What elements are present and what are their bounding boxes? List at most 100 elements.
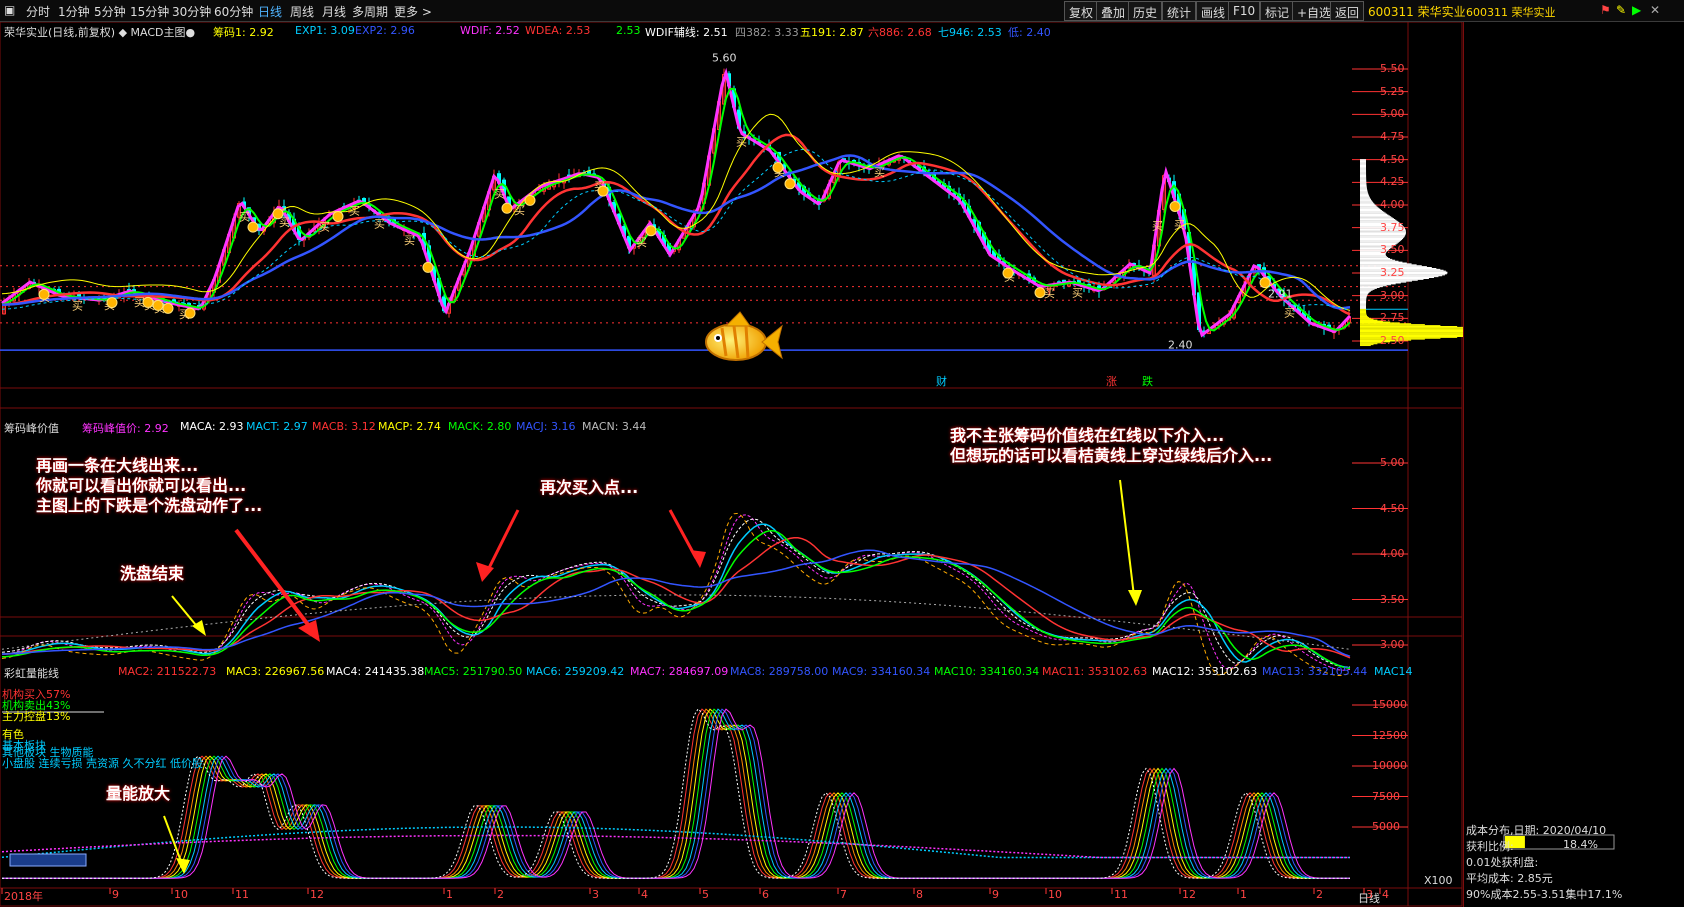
- annotation-1-line2: 你就可以看出你就可以看出...: [36, 476, 247, 495]
- p3-mac13: MAC13: 332105.44: [1262, 665, 1368, 678]
- p3-mac8: MAC8: 289758.00: [730, 665, 829, 678]
- p2-macj: MACJ: 3.16: [516, 420, 576, 433]
- buy-label-24: 买: [1174, 218, 1185, 231]
- x-label-2: 10: [174, 888, 188, 901]
- p3-mac6: MAC6: 259209.42: [526, 665, 625, 678]
- coin-icon: [1259, 277, 1271, 289]
- close-icon[interactable]: ✕: [1650, 3, 1660, 17]
- f10-button[interactable]: F10: [1228, 1, 1261, 21]
- stats-button[interactable]: 统计: [1162, 1, 1197, 21]
- red-line: [1, 133, 1351, 316]
- p2-y-label-0: 5.00: [1380, 456, 1405, 469]
- p3-mac4: MAC4: 241435.38: [326, 665, 425, 678]
- p3-mac11: MAC11: 353102.63: [1042, 665, 1148, 678]
- main-y-label-10: 3.00: [1380, 288, 1405, 302]
- annotation-2: 再次买入点...: [540, 478, 639, 497]
- p2-macn: MACN: 3.44: [582, 420, 647, 433]
- coin-icon: [184, 307, 196, 319]
- x-label-1: 9: [112, 888, 119, 901]
- p3-y-label-3: 7500: [1372, 789, 1400, 803]
- p2-macb-line: [1, 536, 1351, 659]
- tab-weekly[interactable]: 周线: [290, 3, 314, 20]
- x-label-7: 3: [592, 888, 599, 901]
- x-label-16: 12: [1182, 888, 1196, 901]
- x-label-15: 11: [1114, 888, 1128, 901]
- window-icon[interactable]: ▣: [4, 3, 15, 17]
- main-y-label-6: 4.00: [1380, 198, 1405, 211]
- panel3-lines: [1, 708, 1350, 879]
- p2-mack: MACK: 2.80: [448, 420, 512, 433]
- pin-icon[interactable]: ✎: [1616, 3, 1626, 17]
- p3-y-label-4: 5000: [1372, 820, 1400, 833]
- tab-15min[interactable]: 15分钟: [130, 3, 169, 20]
- buy-label-19: 买: [874, 166, 885, 179]
- coin-icon: [38, 288, 50, 300]
- draw-line-button[interactable]: 画线: [1196, 1, 1231, 21]
- p2-mact-line: [1, 523, 1351, 669]
- indicator-191: 五191: 2.87: [800, 26, 864, 39]
- indicator-low: 低: 2.40: [1008, 26, 1051, 39]
- x-label-17: 1: [1240, 888, 1247, 901]
- high-label: 5.60: [712, 52, 737, 65]
- profit-ratio-label: 获利比例:: [1466, 840, 1514, 853]
- tab-multi-period[interactable]: 多周期: [352, 3, 388, 20]
- indicator-wdea: WDEA: 2.53: [525, 24, 591, 37]
- main-y-label-2: 5.00: [1380, 107, 1405, 121]
- buy-label-9: 买: [319, 221, 330, 234]
- overlay-button[interactable]: 叠加: [1096, 1, 1131, 21]
- annotation-5: 量能放大: [106, 784, 171, 803]
- x-label-3: 11: [235, 888, 249, 901]
- coin-icon: [1169, 200, 1181, 212]
- tab-daily[interactable]: 日线: [258, 3, 282, 20]
- main-control: 主力控盘13%: [2, 710, 71, 723]
- p2-macn-line: [1, 594, 1351, 650]
- main-y-label-9: 3.25: [1380, 266, 1405, 279]
- tab-timeshare[interactable]: 分时: [26, 3, 50, 20]
- tab-more[interactable]: 更多 >: [394, 3, 432, 20]
- p3-mac14: MAC14: [1374, 665, 1413, 678]
- main-y-label-1: 5.25: [1380, 84, 1405, 98]
- p3-mac9: MAC9: 334160.34: [832, 665, 931, 678]
- p2-mack-line: [1, 529, 1351, 670]
- adjust-button[interactable]: 复权: [1064, 1, 1099, 21]
- coin-icon: [501, 202, 513, 214]
- tab-1min[interactable]: 1分钟: [58, 3, 90, 20]
- tab-30min[interactable]: 30分钟: [172, 3, 211, 20]
- main-indicator-lines: [1, 67, 1352, 338]
- tab-60min[interactable]: 60分钟: [214, 3, 253, 20]
- mark-button[interactable]: 标记: [1260, 1, 1295, 21]
- green-line: [1, 87, 1351, 332]
- buy-label-21: 买: [1044, 287, 1055, 300]
- buy-label-22: 买: [1072, 286, 1083, 299]
- last-label: 2.91: [1268, 287, 1293, 300]
- x-label-11: 7: [840, 888, 847, 901]
- cost-dist-date: 成本分布,日期: 2020/04/10: [1466, 824, 1607, 837]
- buy-label-10: 买: [349, 205, 360, 218]
- x-label-13: 9: [992, 888, 999, 901]
- coin-icon: [272, 208, 284, 220]
- chip-distribution: [1360, 159, 1463, 347]
- flag-icon[interactable]: ⚑: [1600, 3, 1611, 17]
- profit-ratio-value: 18.4%: [1563, 838, 1598, 851]
- yellow-line: [1, 113, 1351, 311]
- tab-monthly[interactable]: 月线: [322, 3, 346, 20]
- history-button[interactable]: 历史: [1128, 1, 1163, 21]
- main-y-label-11: 2.75: [1380, 311, 1405, 325]
- coin-icon: [524, 194, 536, 206]
- main-y-label-4: 4.50: [1380, 152, 1405, 166]
- back-button[interactable]: 返回: [1330, 1, 1365, 21]
- buy-label-7: 买: [239, 210, 250, 223]
- buy-label-17: 买: [736, 136, 747, 149]
- low-label: 2.40: [1168, 338, 1193, 351]
- p3-y-label-2: 10000: [1372, 759, 1407, 772]
- buy-label-16: 买: [636, 236, 647, 249]
- sector-tags: 小盘股 连续亏损 壳资源 久不分红 低价股: [2, 757, 203, 770]
- p2-maca: MACA: 2.93: [180, 420, 244, 433]
- play-icon[interactable]: ▶: [1632, 3, 1641, 17]
- indicator-exp1: EXP1: 3.09: [295, 24, 355, 37]
- main-y-label-8: 3.50: [1380, 243, 1405, 257]
- wdif-line: [1, 67, 1352, 338]
- p2-y-label-2: 4.00: [1380, 547, 1405, 560]
- tab-5min[interactable]: 5分钟: [94, 3, 126, 20]
- indicator-382: 四382: 3.33: [735, 26, 799, 39]
